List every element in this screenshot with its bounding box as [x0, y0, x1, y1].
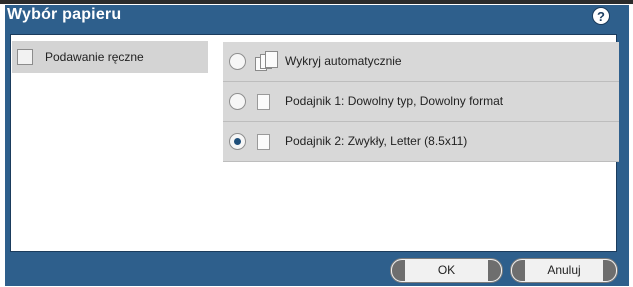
help-icon[interactable]: ?: [592, 7, 610, 25]
cancel-button-label: Anuluj: [547, 263, 581, 277]
tray-option-auto-label: Wykryj automatycznie: [285, 54, 402, 68]
cancel-button-right-cap: [603, 260, 616, 281]
paper-stack-icon: [253, 50, 283, 72]
ok-button-left-cap: [392, 260, 405, 281]
manual-feed-checkbox[interactable]: [17, 49, 33, 65]
cancel-button[interactable]: Anuluj: [510, 258, 618, 283]
paper-icon: [257, 134, 270, 150]
radio-selected-dot: [234, 138, 241, 145]
tray-option-tray2-label: Podajnik 2: Zwykły, Letter (8.5x11): [285, 134, 468, 148]
radio-tray1[interactable]: [229, 93, 246, 110]
radio-tray2[interactable]: [229, 133, 246, 150]
top-border: [0, 0, 633, 4]
cancel-button-left-cap: [512, 260, 525, 281]
tray-option-tray1[interactable]: Podajnik 1: Dowolny typ, Dowolny format: [223, 82, 619, 122]
ok-button[interactable]: OK: [390, 258, 503, 283]
tray-options-list: Wykryj automatycznie Podajnik 1: Dowolny…: [223, 42, 619, 166]
ok-button-label: OK: [437, 263, 456, 277]
tray-option-tray2[interactable]: Podajnik 2: Zwykły, Letter (8.5x11): [223, 122, 619, 162]
paper-icon: [257, 94, 270, 110]
tray-option-tray1-label: Podajnik 1: Dowolny typ, Dowolny format: [285, 94, 504, 108]
ok-button-right-cap: [488, 260, 501, 281]
dialog-title: Wybór papieru: [7, 6, 122, 23]
radio-auto[interactable]: [229, 53, 246, 70]
manual-feed-label: Podawanie ręczne: [45, 50, 144, 64]
tray-option-auto[interactable]: Wykryj automatycznie: [223, 42, 619, 82]
manual-feed-option[interactable]: Podawanie ręczne: [12, 41, 208, 73]
